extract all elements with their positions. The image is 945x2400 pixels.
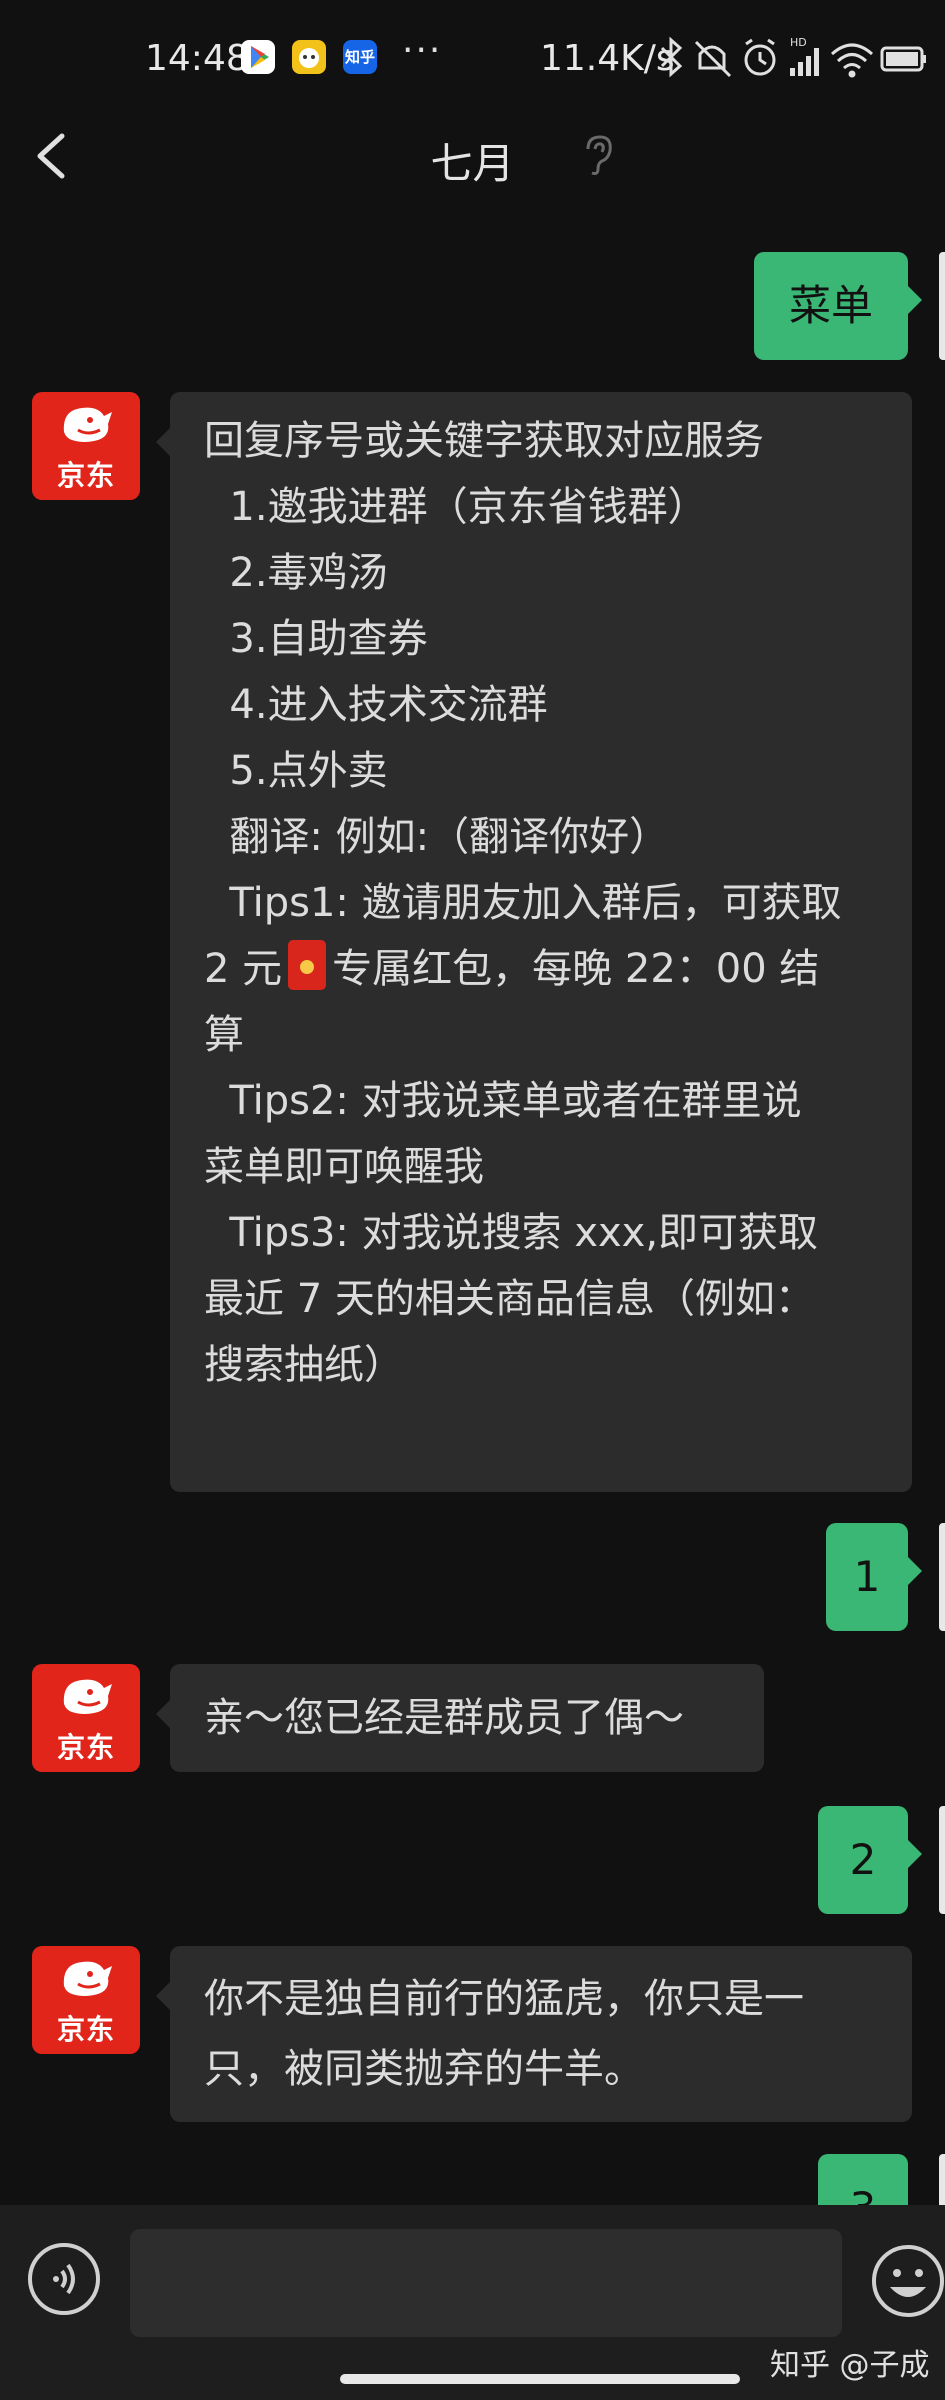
message-text: 1 [853,1552,881,1601]
jd-avatar[interactable]: 京东 [32,1664,140,1772]
outgoing-message-bubble[interactable]: 2 [818,1806,922,1914]
battery-icon [880,46,926,72]
status-time: 14:48 [145,38,249,79]
message-line: Tips2: 对我说菜单或者在群里说 [204,1078,802,1124]
self-avatar[interactable] [939,252,945,360]
jd-dog-logo-icon [63,1961,112,1996]
avatar-brand-label: 京东 [56,2013,115,2046]
alarm-icon [744,38,776,76]
message-line: 菜单即可唤醒我 [204,1144,484,1190]
jd-avatar[interactable]: 京东 [32,392,140,500]
incoming-message-bubble[interactable]: 亲～您已经是群成员了偶～ [156,1664,764,1772]
signal-icon: HD [790,36,819,76]
message-line: 你不是独自前行的猛虎，你只是一 [204,1976,804,2022]
self-avatar[interactable] [939,1806,945,1914]
self-avatar[interactable] [939,1523,945,1631]
google-play-icon [241,40,275,74]
home-indicator[interactable] [340,2374,740,2384]
jd-dog-logo-icon [63,1679,112,1714]
emoji-button-icon[interactable] [870,2243,945,2323]
message-line: 3.自助查券 [204,616,428,662]
message-line: 算 [204,1012,244,1058]
outgoing-message-bubble[interactable]: 菜单 [754,252,922,360]
message-line: 2.毒鸡汤 [204,550,388,596]
message-line: 亲～您已经是群成员了偶～ [204,1695,684,1741]
avatar-brand-label: 京东 [56,459,115,492]
menu-message-text: 回复序号或关键字获取对应服务 1.邀我进群（京东省钱群） 2.毒鸡汤 3.自助查… [204,408,945,1398]
message-text: 亲～您已经是群成员了偶～ [204,1683,684,1753]
bluetooth-icon [660,36,683,78]
message-line-text: 专属红包，每晚 22：00 结 [332,946,820,992]
voice-icon [53,2263,75,2295]
incoming-message-bubble[interactable]: 回复序号或关键字获取对应服务 1.邀我进群（京东省钱群） 2.毒鸡汤 3.自助查… [156,392,912,1492]
network-speed: 11.4K/s [540,38,675,79]
amount-text: 2 元 [204,946,283,992]
message-text: 菜单 [788,281,873,330]
message-line: 4.进入技术交流群 [204,682,548,728]
message-line: 2 元 专属红包，每晚 22：00 结 [204,936,945,1002]
status-bar: 14:48 知乎 ··· 11.4K/s HD [0,0,945,120]
voice-input-button[interactable] [28,2243,100,2315]
message-line: 5.点外卖 [204,748,388,794]
message-line: Tips3: 对我说搜索 xxx,即可获取 [204,1210,819,1256]
message-line: Tips1: 邀请朋友加入群后，可获取 [204,880,842,926]
mute-icon [694,40,732,78]
avatar-brand-label: 京东 [56,1731,115,1764]
zhihu-watermark: 知乎 @子成 [770,2348,930,2383]
message-line: 最近 7 天的相关商品信息（例如： [204,1276,815,1322]
outgoing-message-bubble[interactable]: 1 [826,1523,922,1631]
jd-avatar[interactable]: 京东 [32,1946,140,2054]
earpiece-mode-icon [586,135,612,175]
message-text-input[interactable] [130,2229,842,2337]
message-text: 你不是独自前行的猛虎，你只是一 只，被同类抛弃的牛羊。 [204,1964,804,2104]
red-envelope-icon [288,940,327,990]
chat-title: 七月 [430,139,515,188]
hd-label: HD [790,36,807,49]
wifi-icon [830,43,874,78]
status-indicator-icons: HD [660,36,926,78]
zhihu-app-icon: 知乎 [343,40,377,74]
message-line: 只，被同类抛弃的牛羊。 [204,2046,644,2092]
message-text: 2 [849,1835,877,1884]
more-notifications-icon: ··· [402,30,443,71]
message-line: 搜索抽纸） [204,1342,404,1388]
message-line: 回复序号或关键字获取对应服务 [204,418,764,464]
incoming-message-bubble[interactable]: 你不是独自前行的猛虎，你只是一 只，被同类抛弃的牛羊。 [156,1946,912,2122]
jd-dog-logo-icon [63,407,112,442]
message-line: 1.邀我进群（京东省钱群） [204,484,708,530]
message-line: 翻译: 例如:（翻译你好） [204,814,670,860]
cartoon-app-icon [292,40,326,74]
